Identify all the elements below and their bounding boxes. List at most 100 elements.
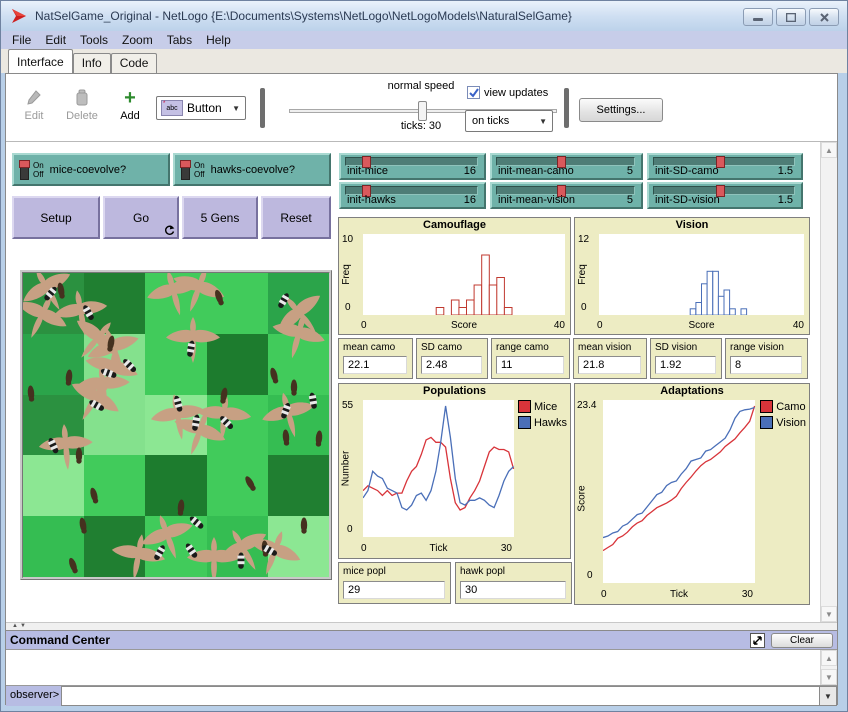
edit-widget-button[interactable]: Edit [14, 86, 54, 122]
slider-init-SD-vision[interactable]: init-SD-vision1.5 [647, 182, 803, 209]
populations-line-chart [363, 400, 516, 539]
adaptations-line-chart [603, 400, 757, 585]
five-gens-label: 5 Gens [201, 211, 240, 225]
menu-help[interactable]: Help [199, 32, 238, 48]
widget-type-dropdown[interactable]: *abc Button ▼ [156, 96, 246, 120]
go-button[interactable]: Go [103, 196, 179, 239]
view-updates-label: view updates [484, 87, 548, 99]
slider-value: 16 [464, 194, 476, 206]
adaptations-plot: Adaptations 23.4 0 Score Camo Vision 0 T… [574, 383, 810, 605]
world-view[interactable] [20, 270, 332, 580]
slider-init-hawks[interactable]: init-hawks16 [339, 182, 486, 209]
command-input[interactable] [61, 686, 820, 706]
command-center-output[interactable]: ▲ ▼ [6, 649, 837, 686]
add-label: Add [110, 110, 150, 122]
update-mode-dropdown[interactable]: on ticks ▼ [465, 110, 553, 132]
menu-tabs[interactable]: Tabs [160, 32, 199, 48]
close-button[interactable] [809, 8, 839, 26]
y-axis-label: Freq [341, 264, 352, 285]
menubar: File Edit Tools Zoom Tabs Help [1, 31, 847, 49]
tab-interface[interactable]: Interface [8, 49, 73, 73]
netlogo-window: NatSelGame_Original - NetLogo {E:\Docume… [0, 0, 848, 712]
slider-init-mice[interactable]: init-mice16 [339, 153, 486, 180]
clear-button[interactable]: Clear [771, 633, 833, 648]
menu-file[interactable]: File [5, 32, 38, 48]
menu-edit[interactable]: Edit [38, 32, 73, 48]
plot-title: Vision [575, 219, 809, 231]
five-gens-button[interactable]: 5 Gens [182, 196, 258, 239]
tab-code[interactable]: Code [111, 53, 158, 73]
forever-icon [164, 225, 175, 236]
splitter-arrows-icon[interactable]: ▲▼ [12, 623, 28, 629]
switch-on-label: On [194, 161, 205, 170]
delete-widget-button[interactable]: Delete [62, 86, 102, 122]
switch-hawks-coevolve[interactable]: On Off hawks-coevolve? [173, 153, 331, 186]
scroll-up-arrow[interactable]: ▲ [821, 650, 837, 666]
x-axis-label: Score [599, 320, 804, 331]
menu-zoom[interactable]: Zoom [115, 32, 160, 48]
switch-on-label: On [33, 161, 44, 170]
speed-slider-handle[interactable] [418, 101, 427, 121]
minimize-icon [753, 13, 763, 22]
tab-info[interactable]: Info [73, 53, 111, 73]
output-vertical-scrollbar[interactable]: ▲ ▼ [820, 650, 837, 685]
toggle-handle[interactable] [20, 160, 29, 180]
monitor-hawk-popl: hawk popl 30 [455, 562, 572, 604]
switch-off-label: Off [194, 170, 205, 179]
menu-tools[interactable]: Tools [73, 32, 115, 48]
monitor-value: 8 [730, 356, 802, 374]
switch-label: hawks-coevolve? [211, 164, 295, 176]
mouse-turtle [79, 517, 88, 534]
update-mode-value: on ticks [472, 115, 509, 127]
vision-histogram [599, 234, 804, 315]
scroll-up-arrow[interactable]: ▲ [821, 142, 837, 158]
add-widget-button[interactable]: + Add [110, 86, 150, 122]
camouflage-histogram [363, 234, 565, 315]
scroll-down-arrow[interactable]: ▼ [821, 669, 837, 685]
maximize-icon [786, 13, 796, 22]
toggle-handle[interactable] [181, 160, 190, 180]
close-icon [820, 13, 829, 22]
mouse-turtle [301, 518, 307, 534]
chevron-down-icon: ▼ [539, 117, 552, 126]
camo-legend-swatch [760, 400, 773, 413]
toolbar-separator [564, 88, 569, 128]
slider-value: 16 [464, 165, 476, 177]
canvas-vertical-scrollbar[interactable]: ▲ ▼ [820, 142, 837, 622]
legend-label: Camo [776, 401, 805, 413]
legend-label: Mice [534, 401, 557, 413]
minimize-button[interactable] [743, 8, 773, 26]
settings-label: Settings... [597, 104, 646, 116]
plot-title: Adaptations [575, 385, 809, 397]
command-center-prompt-row: observer> ▼ [6, 686, 837, 706]
monitor-sd-camo: SD camo 2.48 [416, 338, 488, 379]
maximize-button[interactable] [776, 8, 806, 26]
monitor-range-camo: range camo 11 [491, 338, 570, 379]
legend-label: Hawks [534, 417, 567, 429]
settings-button[interactable]: Settings... [579, 98, 663, 122]
plus-icon: + [110, 86, 150, 110]
slider-value: 5 [627, 194, 633, 206]
switch-off-label: Off [33, 170, 44, 179]
view-updates-checkbox[interactable] [467, 86, 480, 99]
setup-button[interactable]: Setup [12, 196, 100, 239]
command-center-title: Command Center [6, 633, 110, 647]
scroll-down-arrow[interactable]: ▼ [821, 606, 837, 622]
switch-mice-coevolve[interactable]: On Off mice-coevolve? [12, 153, 170, 186]
delete-label: Delete [62, 110, 102, 122]
monitor-label: range vision [726, 339, 807, 353]
x-max-label: 30 [501, 543, 512, 554]
expand-command-center-button[interactable] [750, 633, 765, 648]
mouse-turtle [27, 385, 35, 402]
history-dropdown-button[interactable]: ▼ [820, 686, 837, 706]
monitor-value: 29 [343, 581, 445, 599]
slider-init-SD-camo[interactable]: init-SD-camo1.5 [647, 153, 803, 180]
reset-button[interactable]: Reset [261, 196, 331, 239]
slider-init-mean-vision[interactable]: init-mean-vision5 [490, 182, 643, 209]
monitor-label: SD vision [651, 339, 721, 353]
slider-init-mean-camo[interactable]: init-mean-camo5 [490, 153, 643, 180]
trash-icon [62, 86, 102, 110]
monitor-label: mean camo [339, 339, 412, 353]
command-center-splitter[interactable]: ▲▼ [6, 622, 837, 630]
pencil-icon [14, 86, 54, 110]
